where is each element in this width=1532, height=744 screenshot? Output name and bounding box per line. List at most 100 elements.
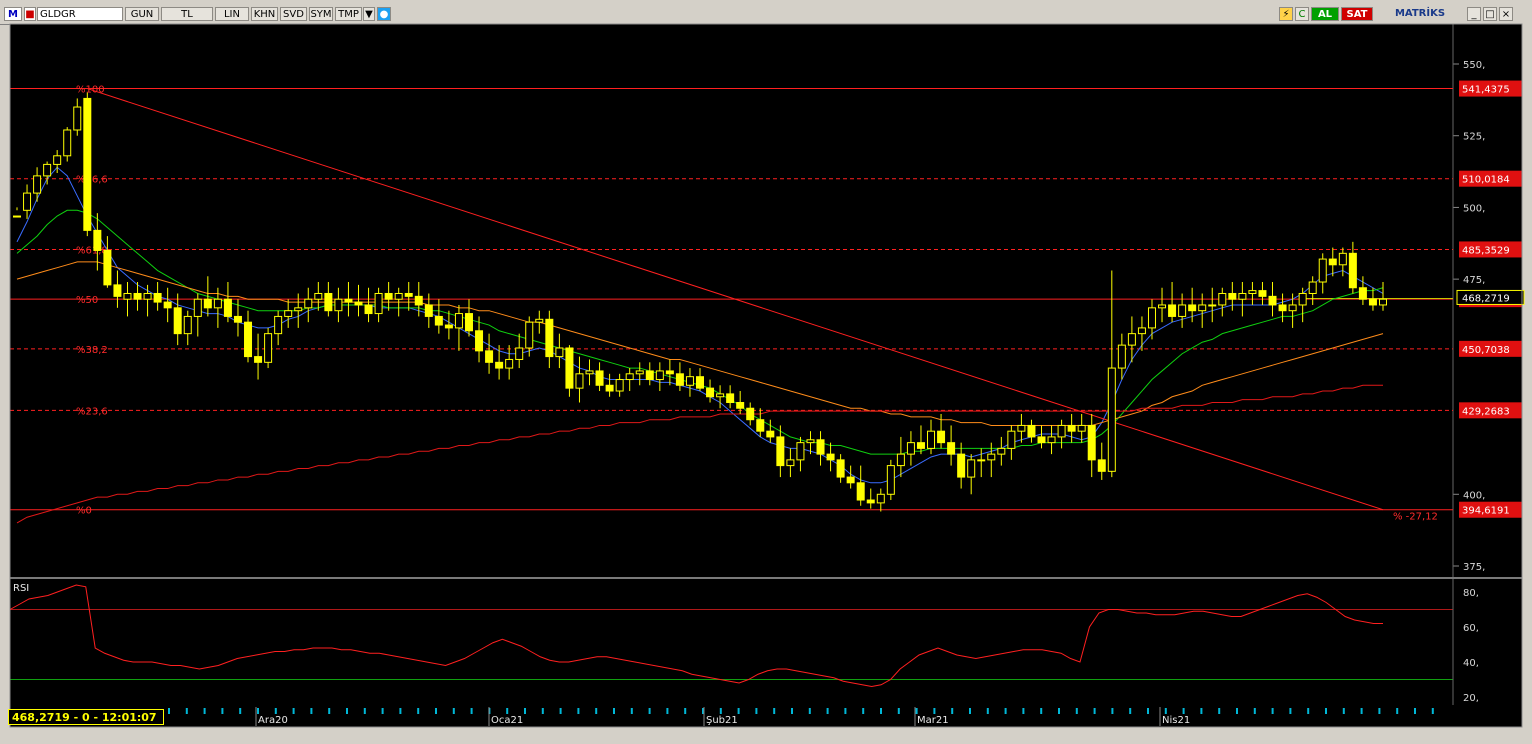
candle-body-29 — [304, 298, 313, 309]
candle-body-48 — [495, 361, 504, 369]
candle-body-41 — [424, 304, 433, 317]
bottom-bar — [0, 729, 1532, 744]
date-label-4: Nis21 — [1162, 715, 1190, 726]
candle-body-120 — [1218, 292, 1227, 306]
date-tick-46 — [986, 708, 989, 714]
date-tick-7 — [292, 708, 295, 714]
fib-label-2: %61,8 — [76, 245, 108, 256]
date-tick-4 — [239, 708, 242, 714]
candle-body-64 — [655, 370, 664, 381]
candle-body-30 — [314, 292, 323, 300]
candle-body-15 — [163, 301, 172, 309]
candle-body-80 — [816, 439, 825, 455]
candle-body-129 — [1308, 281, 1317, 294]
date-tick-49 — [1040, 708, 1043, 714]
date-tick-56 — [1164, 708, 1167, 714]
candle-body-26 — [274, 315, 283, 335]
date-tick-52 — [1093, 708, 1096, 714]
candle-body-72 — [736, 401, 745, 409]
candle-body-53 — [545, 318, 554, 358]
candle-body-116 — [1178, 304, 1187, 317]
candle-body-77 — [786, 459, 795, 467]
candle-body-16 — [173, 307, 182, 335]
candle-body-86 — [876, 493, 885, 504]
candle-body-109 — [1107, 367, 1116, 472]
date-tick-70 — [1414, 708, 1416, 714]
rsi-panel-bg — [10, 579, 1453, 705]
date-tick-57 — [1182, 708, 1185, 714]
date-tick-6 — [274, 708, 277, 714]
date-tick-12 — [381, 708, 384, 714]
date-tick-44 — [951, 708, 954, 714]
date-tick-58 — [1200, 708, 1203, 714]
price-tick-label-0: 550, — [1463, 60, 1485, 71]
candle-body-14 — [153, 292, 162, 303]
candle-body-66 — [675, 373, 684, 386]
candle-body-67 — [685, 376, 694, 386]
candle-body-10 — [113, 284, 122, 297]
candle-body-122 — [1238, 292, 1247, 300]
candle-body-128 — [1298, 292, 1307, 306]
candle-body-7 — [83, 97, 92, 231]
candle-body-59 — [605, 384, 614, 392]
candle-body-33 — [344, 298, 353, 303]
candle-body-50 — [515, 347, 524, 360]
candle-body-1 — [23, 192, 32, 211]
price-tick-label-1: 525, — [1463, 132, 1485, 143]
date-label-1: Oca21 — [491, 715, 523, 726]
candle-body-18 — [193, 298, 202, 317]
candle-body-3 — [43, 163, 52, 177]
candle-body-34 — [354, 301, 363, 306]
rsi-tick-label-0: 80, — [1463, 588, 1479, 599]
date-tick-0 — [168, 708, 170, 714]
fib-value-5: 429,2683 — [1462, 406, 1510, 417]
candle-body-98 — [997, 447, 1006, 455]
date-tick-26 — [630, 708, 633, 714]
candle-body-85 — [866, 499, 875, 504]
date-tick-35 — [791, 708, 793, 714]
date-axis-bg — [10, 705, 1522, 727]
candle-body-107 — [1087, 424, 1096, 461]
date-tick-8 — [310, 708, 313, 714]
candle-body-76 — [776, 436, 785, 467]
fib-value-0: 541,4375 — [1462, 85, 1510, 96]
date-tick-42 — [915, 708, 918, 714]
date-tick-54 — [1129, 708, 1132, 714]
candle-body-6 — [73, 106, 82, 131]
date-tick-25 — [613, 708, 615, 714]
date-tick-53 — [1111, 708, 1114, 714]
candle-body-19 — [203, 298, 212, 309]
date-tick-40 — [880, 708, 882, 714]
candle-body-65 — [665, 370, 674, 375]
date-tick-36 — [808, 708, 811, 714]
candle-body-60 — [615, 379, 624, 392]
date-tick-45 — [969, 708, 971, 714]
candle-body-22 — [233, 315, 242, 323]
candle-body-99 — [1007, 430, 1016, 449]
date-tick-1 — [185, 708, 188, 714]
candle-body-88 — [896, 453, 905, 467]
candle-body-127 — [1288, 304, 1297, 312]
candle-body-36 — [374, 292, 383, 315]
candle-body-119 — [1208, 304, 1217, 307]
candle-body-55 — [565, 347, 574, 389]
date-tick-59 — [1218, 708, 1221, 714]
date-label-3: Mar21 — [917, 715, 949, 726]
date-tick-27 — [648, 708, 651, 714]
date-tick-22 — [559, 708, 562, 714]
date-label-0: Ara20 — [258, 715, 288, 726]
candle-body-39 — [404, 292, 413, 297]
date-tick-20 — [524, 708, 526, 714]
fib-label-3: %50 — [76, 295, 98, 306]
app-window: M ■ GLDGR GUN TL LIN KHN SVD SYM TMP ▼ ●… — [0, 0, 1532, 744]
fib-value-1: 510,0184 — [1462, 175, 1510, 186]
date-tick-65 — [1325, 708, 1327, 714]
date-tick-60 — [1236, 708, 1238, 714]
date-tick-16 — [452, 708, 455, 714]
candle-body-106 — [1077, 424, 1086, 432]
date-tick-28 — [666, 708, 669, 714]
candle-body-51 — [525, 321, 534, 349]
rsi-tick-label-1: 60, — [1463, 623, 1479, 634]
candle-body-74 — [756, 419, 765, 432]
date-tick-43 — [933, 708, 936, 714]
